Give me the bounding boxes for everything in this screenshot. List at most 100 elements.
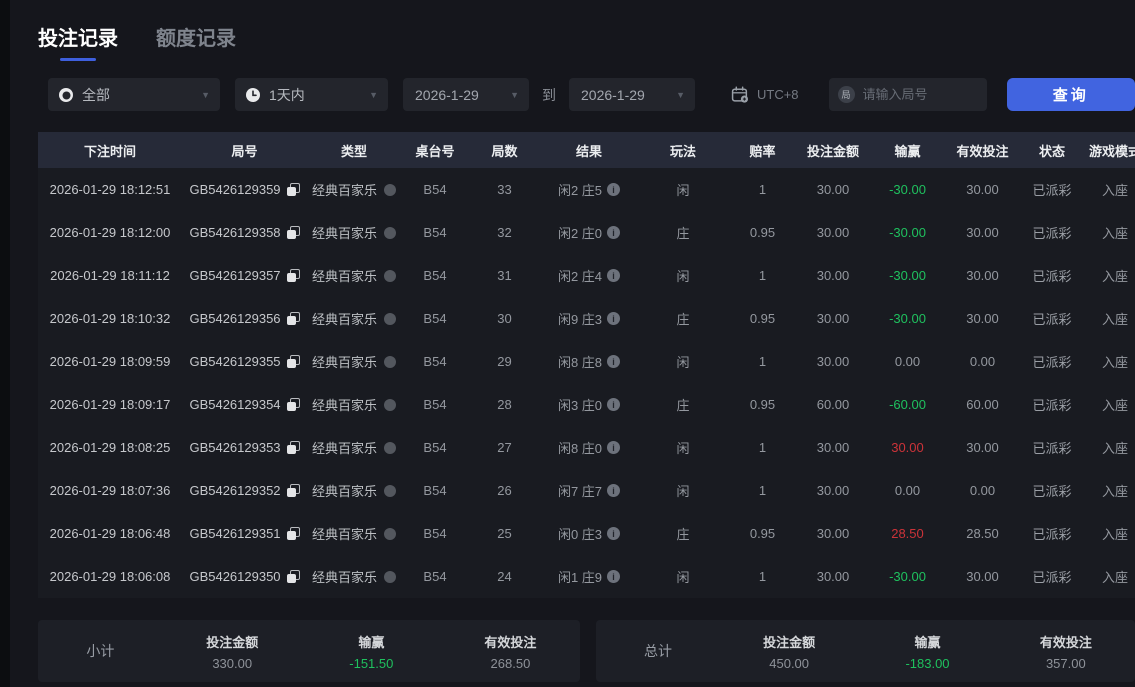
- column-header: 结果: [540, 141, 638, 160]
- record-dot-icon: [384, 528, 396, 540]
- valid-bet-cell: 30.00: [946, 311, 1019, 326]
- bet-amount: 30.00: [817, 311, 850, 326]
- calendar-timezone-icon[interactable]: [731, 86, 749, 103]
- copy-icon[interactable]: [287, 527, 300, 540]
- total-winloss-value: -183.00: [858, 656, 996, 671]
- copy-icon[interactable]: [287, 570, 300, 583]
- page-edge: [0, 0, 10, 687]
- bet-amount-cell: 60.00: [797, 397, 869, 412]
- info-icon[interactable]: i: [607, 226, 620, 239]
- win-loss: -30.00: [889, 311, 926, 326]
- round-id: GB5426129359: [189, 182, 280, 197]
- game-number: 25: [497, 526, 511, 541]
- valid-bet: 30.00: [966, 569, 999, 584]
- valid-bet-cell: 30.00: [946, 440, 1019, 455]
- status: 已派彩: [1032, 524, 1071, 543]
- copy-icon[interactable]: [287, 183, 300, 196]
- copy-icon[interactable]: [287, 269, 300, 282]
- copy-icon[interactable]: [287, 398, 300, 411]
- play-type: 闲: [676, 266, 689, 285]
- play-type: 庄: [676, 309, 689, 328]
- info-icon[interactable]: i: [607, 484, 620, 497]
- copy-icon[interactable]: [287, 441, 300, 454]
- table-header: 下注时间局号类型桌台号局数结果玩法赔率投注金额输赢有效投注状态游戏模式: [38, 132, 1135, 168]
- info-icon[interactable]: i: [607, 355, 620, 368]
- game-result: 闲0 庄3: [558, 524, 602, 543]
- game-type-cell: 经典百家乐: [307, 223, 401, 242]
- bet-records-table: 下注时间局号类型桌台号局数结果玩法赔率投注金额输赢有效投注状态游戏模式 2026…: [38, 132, 1135, 598]
- game-number: 24: [497, 569, 511, 584]
- status-cell: 已派彩: [1019, 266, 1085, 285]
- game-number: 32: [497, 225, 511, 240]
- table-body: 2026-01-29 18:12:51 GB5426129359 经典百家乐 B54 3…: [38, 168, 1135, 598]
- game-mode-cell: 入座: [1085, 180, 1135, 199]
- play-type: 庄: [676, 524, 689, 543]
- game-number: 26: [497, 483, 511, 498]
- game-mode-cell: 入座: [1085, 567, 1135, 586]
- game-mode: 入座: [1102, 223, 1128, 242]
- table-row: 2026-01-29 18:07:36GB5426129352经典百家乐B542…: [38, 469, 1135, 512]
- info-icon[interactable]: i: [607, 527, 620, 540]
- win-loss: 0.00: [895, 483, 920, 498]
- game-number: 29: [497, 354, 511, 369]
- info-icon[interactable]: i: [607, 441, 620, 454]
- round-id-cell: GB5426129351: [182, 526, 307, 541]
- game-mode-cell: 入座: [1085, 395, 1135, 414]
- game-result-cell: 闲2 庄0i: [540, 223, 638, 242]
- copy-icon[interactable]: [287, 355, 300, 368]
- bet-time-cell: 2026-01-29 18:12:51: [38, 182, 182, 197]
- info-icon[interactable]: i: [607, 183, 620, 196]
- time-range-dropdown[interactable]: 1天内 ▼: [235, 78, 388, 111]
- win-loss-cell: 0.00: [869, 354, 946, 369]
- search-button[interactable]: 查询: [1007, 78, 1135, 111]
- valid-bet: 28.50: [966, 526, 999, 541]
- copy-icon[interactable]: [287, 312, 300, 325]
- win-loss: 28.50: [891, 526, 924, 541]
- game-result: 闲2 庄4: [558, 266, 602, 285]
- status: 已派彩: [1032, 309, 1071, 328]
- game-type: 经典百家乐: [312, 223, 377, 242]
- valid-bet-cell: 28.50: [946, 526, 1019, 541]
- game-type-dropdown[interactable]: 全部 ▼: [48, 78, 220, 111]
- info-icon[interactable]: i: [607, 312, 620, 325]
- odds-cell: 1: [728, 182, 797, 197]
- odds: 0.95: [750, 225, 775, 240]
- table-id: B54: [423, 483, 446, 498]
- copy-icon[interactable]: [287, 484, 300, 497]
- date-from-dropdown[interactable]: 2026-1-29 ▼: [403, 78, 529, 111]
- bet-time: 2026-01-29 18:12:51: [50, 182, 171, 197]
- game-result: 闲9 庄3: [558, 309, 602, 328]
- copy-icon[interactable]: [287, 226, 300, 239]
- odds: 1: [759, 354, 766, 369]
- chevron-down-icon: ▼: [369, 90, 378, 100]
- game-mode: 入座: [1102, 309, 1128, 328]
- date-to-dropdown[interactable]: 2026-1-29 ▼: [569, 78, 695, 111]
- info-icon[interactable]: i: [607, 570, 620, 583]
- round-number-input[interactable]: [863, 87, 978, 102]
- tab-quota-records[interactable]: 额度记录: [156, 22, 236, 61]
- bet-time: 2026-01-29 18:06:48: [50, 526, 171, 541]
- play-type: 闲: [676, 567, 689, 586]
- game-mode-cell: 入座: [1085, 352, 1135, 371]
- clock-icon: [245, 87, 261, 103]
- round-id: GB5426129358: [189, 225, 280, 240]
- bet-amount-cell: 30.00: [797, 182, 869, 197]
- odds-cell: 1: [728, 440, 797, 455]
- summary-bar: 小计 投注金额 330.00 输赢 -151.50 有效投注 268.50 总计…: [38, 620, 1135, 682]
- table-id: B54: [423, 268, 446, 283]
- game-mode-cell: 入座: [1085, 524, 1135, 543]
- table-id: B54: [423, 225, 446, 240]
- filter-bar: 全部 ▼ 1天内 ▼ 2026-1-29 ▼ 到 2026-1-29 ▼ UTC…: [48, 78, 1135, 111]
- win-loss-cell: -30.00: [869, 225, 946, 240]
- status: 已派彩: [1032, 352, 1071, 371]
- info-icon[interactable]: i: [607, 269, 620, 282]
- round-id: GB5426129355: [189, 354, 280, 369]
- table-row: 2026-01-29 18:12:00GB5426129358经典百家乐B543…: [38, 211, 1135, 254]
- bet-time-cell: 2026-01-29 18:11:12: [38, 268, 182, 283]
- table-row: 2026-01-29 18:09:59GB5426129355经典百家乐B542…: [38, 340, 1135, 383]
- bet-amount: 60.00: [817, 397, 850, 412]
- valid-bet: 30.00: [966, 268, 999, 283]
- win-loss: -30.00: [889, 182, 926, 197]
- tab-bet-records[interactable]: 投注记录: [38, 22, 118, 61]
- info-icon[interactable]: i: [607, 398, 620, 411]
